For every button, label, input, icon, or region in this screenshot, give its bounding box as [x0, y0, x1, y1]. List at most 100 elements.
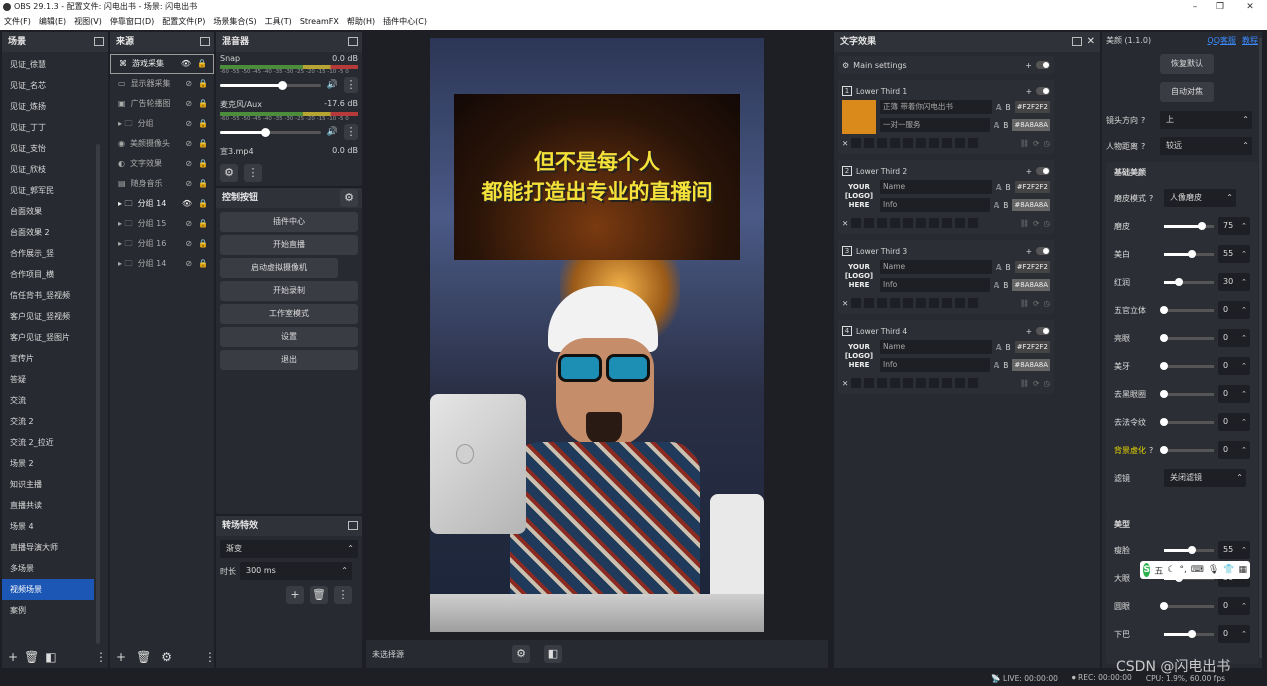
menu-item[interactable]: 插件中心(C) [379, 14, 431, 30]
reset-default-button[interactable]: 恢复默认 [1160, 54, 1214, 74]
slot-square[interactable] [877, 298, 888, 308]
source-item[interactable]: ▸ 🗀 分组 ⊘ 🔒 [110, 114, 214, 134]
add-icon[interactable]: + [1026, 87, 1032, 96]
beauty-spinbox[interactable]: 0 ⌃ [1218, 301, 1250, 319]
transition-select[interactable]: 渐变 ⌃ [220, 540, 358, 558]
slot-square[interactable] [942, 298, 953, 308]
beauty-slider[interactable] [1160, 333, 1214, 342]
auto-focus-button[interactable]: 自动对焦 [1160, 82, 1214, 102]
scene-item[interactable]: 台面效果 2 [2, 222, 94, 243]
color-tag[interactable]: #F2F2F2 [1014, 101, 1050, 113]
scene-item[interactable]: 台面效果 [2, 201, 94, 222]
float-dock-icon[interactable] [94, 37, 104, 46]
visible-eye-icon[interactable]: 👁 [182, 194, 192, 214]
source-item[interactable]: ▸ 🗀 分组 16 ⊘ 🔒 [110, 234, 214, 254]
source-item[interactable]: ⌘ 游戏采集 👁 🔒 [110, 54, 214, 74]
lock-icon[interactable]: 🔒 [198, 94, 208, 114]
lock-icon[interactable]: 🔒 [198, 114, 208, 134]
volume-slider[interactable] [220, 127, 321, 137]
source-filter-icon[interactable]: ◧ [544, 645, 562, 663]
beauty-spinbox[interactable]: 30⌃ [1218, 273, 1250, 291]
scene-item[interactable]: 见证_徐慧 [2, 54, 94, 75]
ime-toolbar[interactable]: S 五 ☾ °, ⌨ 🎙 👕 ▦ [1140, 561, 1250, 579]
scene-item[interactable]: 视频场景 [2, 579, 94, 600]
help-icon[interactable]: ? [1141, 142, 1145, 151]
hidden-eye-icon[interactable]: ⊘ [185, 94, 192, 114]
slot-square[interactable] [929, 378, 940, 388]
hidden-eye-icon[interactable]: ⊘ [185, 114, 192, 134]
help-icon[interactable]: ? [1149, 446, 1153, 455]
float-dock-icon[interactable] [348, 37, 358, 46]
filter-select[interactable]: 关闭滤镜 ⌃ [1164, 469, 1246, 487]
slot-square[interactable] [955, 378, 966, 388]
timer-icon[interactable]: ◷ [1043, 139, 1050, 148]
scene-menu-icon[interactable]: ⋮ [95, 650, 107, 664]
lock-icon[interactable]: 🔒 [198, 154, 208, 174]
add-icon[interactable]: + [1026, 327, 1032, 336]
menu-item[interactable]: StreamFX [296, 14, 343, 30]
scene-item[interactable]: 直播共读 [2, 495, 94, 516]
scene-item[interactable]: 见证_丁丁 [2, 117, 94, 138]
lt-subtitle-input[interactable]: Info [880, 358, 990, 372]
source-settings-icon[interactable]: ⚙ [512, 645, 530, 663]
sync-icon[interactable]: ⟳ [1033, 219, 1039, 228]
smooth-mode-select[interactable]: 人像磨皮 ⌃ [1164, 189, 1236, 207]
close-icon[interactable]: ✕ [1240, 0, 1260, 14]
control-button[interactable]: 工作室模式 [220, 304, 358, 324]
menu-item[interactable]: 停靠窗口(D) [106, 14, 158, 30]
color-tag[interactable]: #F2F2F2 [1014, 341, 1050, 353]
lock-icon[interactable]: 🔒 [198, 214, 208, 234]
beauty-spinbox[interactable]: 0 ⌃ [1218, 441, 1250, 459]
preview-canvas[interactable]: 但不是每个人 都能打造出专业的直播间 [430, 38, 764, 632]
hidden-eye-icon[interactable]: ⊘ [185, 174, 192, 194]
visible-eye-icon[interactable]: 👁 [181, 54, 191, 74]
beauty-spinbox[interactable]: 0 ⌃ [1218, 357, 1250, 375]
menu-item[interactable]: 场景集合(S) [209, 14, 260, 30]
beauty-slider[interactable] [1164, 277, 1214, 286]
speaker-icon[interactable]: 🔊 [327, 127, 338, 137]
slot-square[interactable] [916, 138, 927, 148]
slot-square[interactable] [929, 138, 940, 148]
font-icon[interactable]: 𝔸 [994, 281, 1000, 290]
mixer-menu-icon[interactable]: ⋮ [244, 164, 262, 182]
hidden-eye-icon[interactable]: ⊘ [185, 254, 192, 274]
beauty-slider[interactable] [1160, 601, 1214, 610]
slot-square[interactable] [916, 378, 927, 388]
slot-square[interactable] [890, 138, 901, 148]
hidden-eye-icon[interactable]: ⊘ [185, 214, 192, 234]
scene-item[interactable]: 见证_支怡 [2, 138, 94, 159]
channel-menu-icon[interactable]: ⋮ [344, 77, 358, 93]
beauty-scrollbar[interactable] [1259, 38, 1262, 658]
scene-item[interactable]: 见证_名芯 [2, 75, 94, 96]
font-icon[interactable]: 𝔸 [996, 263, 1002, 272]
scene-item[interactable]: 客户见证_竖图片 [2, 327, 94, 348]
bold-icon[interactable]: B [1006, 183, 1011, 192]
scene-item[interactable]: 信任背书_竖视频 [2, 285, 94, 306]
scene-item[interactable]: 案例 [2, 600, 94, 621]
add-transition-icon[interactable]: + [286, 586, 304, 604]
slot-square[interactable] [851, 378, 862, 388]
bold-icon[interactable]: B [1006, 343, 1011, 352]
slot-square[interactable] [955, 218, 966, 228]
add-icon[interactable]: + [1026, 167, 1032, 176]
speaker-icon[interactable]: 🔊 [327, 80, 338, 90]
font-icon[interactable]: 𝔸 [996, 343, 1002, 352]
menu-item[interactable]: 配置文件(P) [158, 14, 209, 30]
lock-icon[interactable]: 🔒 [197, 54, 207, 74]
link-icon[interactable]: ⛓ [1020, 219, 1030, 228]
lt-toggle[interactable] [1036, 327, 1050, 335]
link-icon[interactable]: ⛓ [1020, 139, 1030, 148]
slot-square[interactable] [903, 298, 914, 308]
link-icon[interactable]: ⛓ [1020, 299, 1030, 308]
slot-square[interactable] [903, 218, 914, 228]
remove-scene-icon[interactable]: 🗑 [24, 650, 39, 664]
link-icon[interactable]: ⛓ [1020, 379, 1030, 388]
slot-square[interactable] [942, 378, 953, 388]
slot-square[interactable] [864, 138, 875, 148]
font-icon[interactable]: 𝔸 [994, 201, 1000, 210]
menu-item[interactable]: 视图(V) [70, 14, 106, 30]
slot-square[interactable] [942, 218, 953, 228]
color-tag[interactable]: #8A8A8A [1012, 199, 1050, 211]
source-menu-icon[interactable]: ⋮ [204, 650, 216, 664]
scene-item[interactable]: 交流 2 [2, 411, 94, 432]
